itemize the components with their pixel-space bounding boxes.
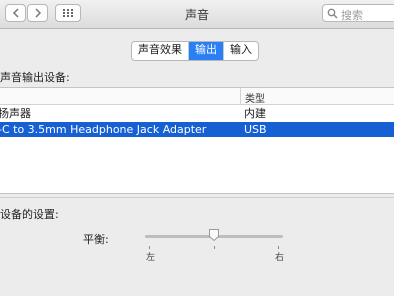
tab-bar: 声音效果 输出 输入	[131, 41, 259, 61]
search-placeholder: 搜索	[341, 9, 363, 22]
slider-tick-center	[214, 246, 215, 249]
device-name: -C to 3.5mm Headphone Jack Adapter	[0, 123, 207, 136]
balance-left-label: 左	[146, 253, 156, 263]
device-settings-label: 设备的设置:	[0, 208, 59, 221]
column-divider	[240, 88, 241, 104]
search-field[interactable]: 搜索	[322, 4, 394, 22]
slider-tick-left	[149, 246, 150, 249]
table-row-selected[interactable]: -C to 3.5mm Headphone Jack Adapter USB	[0, 122, 394, 137]
output-devices-label: 声音输出设备:	[0, 71, 70, 84]
table-row[interactable]: 扬声器 内建	[0, 106, 394, 121]
slider-tick-right	[278, 246, 279, 249]
balance-right-label: 右	[275, 253, 285, 263]
device-type: 内建	[244, 107, 266, 120]
output-device-table: 类型 扬声器 内建 -C to 3.5mm Headphone Jack Ada…	[0, 87, 394, 194]
window-toolbar: 声音 搜索	[0, 0, 394, 29]
device-type: USB	[244, 123, 267, 136]
slider-thumb[interactable]	[208, 228, 220, 242]
tab-input[interactable]: 输入	[224, 42, 258, 60]
column-header-type: 类型	[245, 94, 265, 105]
section-divider	[0, 197, 394, 198]
device-name: 扬声器	[0, 107, 31, 120]
tab-sound-effects[interactable]: 声音效果	[132, 42, 189, 60]
tab-output[interactable]: 输出	[189, 42, 224, 60]
search-icon	[327, 8, 338, 19]
balance-label: 平衡:	[83, 233, 109, 246]
table-header: 类型	[0, 88, 394, 105]
